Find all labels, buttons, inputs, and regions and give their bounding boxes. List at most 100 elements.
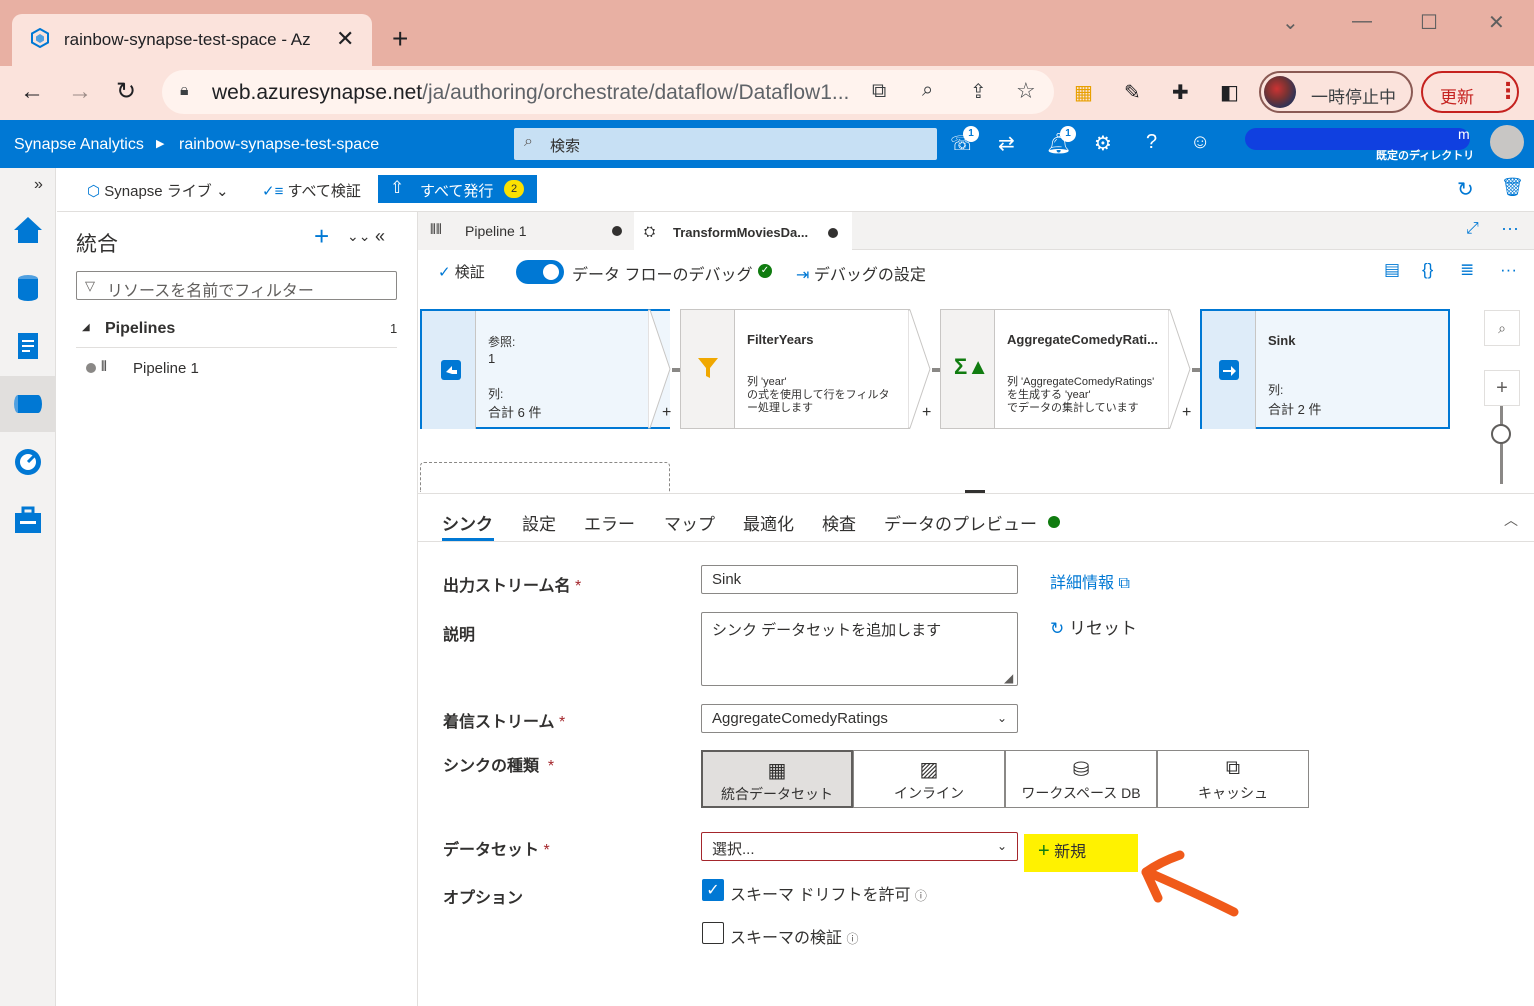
filter-node-icon-area bbox=[681, 310, 735, 428]
user-name[interactable]: m bbox=[1458, 126, 1470, 142]
new-tab-button[interactable]: + bbox=[392, 22, 408, 56]
unsaved-dot bbox=[612, 226, 622, 236]
add-transform-plus-icon[interactable]: + bbox=[922, 404, 931, 422]
more-horizontal-icon[interactable]: ··· bbox=[1501, 218, 1519, 239]
tab-sink[interactable]: シンク bbox=[442, 510, 493, 535]
search-input[interactable]: ⌕ 検索 bbox=[514, 128, 937, 160]
sink-type-inline[interactable]: ▨ インライン bbox=[853, 750, 1005, 808]
collapse-panel-chevron-icon[interactable]: ︿ bbox=[1504, 510, 1518, 530]
validate-all-button[interactable]: ✓≡ すべて検証 bbox=[262, 180, 361, 201]
settings-gear-icon[interactable]: ⚙ bbox=[1094, 131, 1112, 156]
zoom-search-icon[interactable]: ⌕ bbox=[1484, 310, 1520, 346]
zoom-slider-knob[interactable] bbox=[1491, 424, 1511, 444]
directory-switch-icon[interactable]: ⇄ bbox=[998, 131, 1015, 156]
source-node[interactable]: 参照: 1 列: 合計 6 件 bbox=[420, 309, 670, 429]
new-dataset-button[interactable]: + 新規 bbox=[1024, 834, 1138, 872]
user-directory[interactable]: 既定のディレクトリ bbox=[1376, 147, 1474, 163]
pipelines-group[interactable]: ◢ Pipelines 1 bbox=[76, 318, 397, 348]
node-title: AggregateComedyRati... bbox=[1007, 332, 1158, 347]
properties-icon[interactable]: ≣ bbox=[1460, 260, 1474, 280]
publish-all-button[interactable]: ⇧ すべて発行 2 bbox=[378, 175, 537, 203]
share-icon[interactable]: ⇪ bbox=[970, 79, 987, 104]
profile-paused-button[interactable]: 一時停止中 bbox=[1259, 71, 1413, 113]
app-name[interactable]: Synapse Analytics bbox=[14, 136, 144, 154]
incoming-stream-dropdown[interactable]: AggregateComedyRatings ⌄ bbox=[701, 704, 1018, 733]
refresh-icon[interactable]: ↻ bbox=[1457, 177, 1474, 202]
discard-icon[interactable]: 🗑︎ bbox=[1501, 177, 1524, 198]
tab-optimize[interactable]: 最適化 bbox=[743, 510, 794, 535]
resize-grip-icon[interactable]: ◢ bbox=[1004, 671, 1013, 685]
workspace-name[interactable]: rainbow-synapse-test-space bbox=[179, 136, 379, 154]
more-horizontal-icon[interactable]: ··· bbox=[1500, 260, 1517, 280]
expand-rail-icon[interactable]: » bbox=[34, 176, 43, 194]
tab-mapping[interactable]: マップ bbox=[664, 510, 715, 535]
minimize-icon[interactable]: — bbox=[1352, 10, 1372, 33]
develop-hub-icon[interactable] bbox=[12, 330, 44, 362]
description-textarea[interactable]: シンク データセットを追加します ◢ bbox=[701, 612, 1018, 686]
address-bar[interactable]: 🔒︎ web.azuresynapse.net/ja/authoring/orc… bbox=[162, 70, 1054, 114]
user-avatar[interactable] bbox=[1490, 125, 1524, 159]
validate-schema-checkbox[interactable] bbox=[702, 922, 724, 944]
extension-sumo-icon[interactable]: ▦ bbox=[1074, 80, 1093, 105]
add-transform-plus-icon[interactable]: + bbox=[1182, 404, 1191, 422]
aggregate-sigma-icon: Σ▲ bbox=[954, 354, 989, 379]
allow-schema-drift-checkbox[interactable]: ✓ bbox=[702, 879, 724, 901]
synapse-live-button[interactable]: ⬡ Synapse ライブ ⌄ bbox=[87, 180, 229, 201]
reset-button[interactable]: ↻ リセット bbox=[1050, 614, 1137, 639]
add-source-placeholder[interactable] bbox=[420, 462, 670, 492]
sink-node[interactable]: Sink 列: 合計 2 件 bbox=[1200, 309, 1450, 429]
expand-editor-icon[interactable]: ⤢ bbox=[1466, 220, 1479, 238]
home-icon[interactable] bbox=[12, 214, 44, 246]
zoom-icon[interactable]: ⌕ bbox=[922, 79, 933, 102]
add-resource-icon[interactable]: + bbox=[314, 222, 329, 250]
tab-pipeline-1[interactable]: ⫴⫴ Pipeline 1 bbox=[418, 212, 634, 250]
pipeline-list-item[interactable]: ⫴ Pipeline 1 bbox=[83, 356, 383, 380]
resource-filter-input[interactable]: ▽ リソースを名前でフィルター bbox=[76, 271, 397, 300]
tab-close-icon[interactable]: ✕ bbox=[336, 26, 354, 52]
script-icon[interactable]: ▤ bbox=[1384, 260, 1400, 280]
tab-settings[interactable]: 設定 bbox=[522, 510, 556, 535]
code-braces-icon[interactable]: {} bbox=[1422, 260, 1433, 280]
collapse-pane-icon[interactable]: « bbox=[375, 226, 385, 247]
feedback-person-icon[interactable]: ☺ bbox=[1190, 131, 1210, 154]
sink-type-integration-dataset[interactable]: ▦ 統合データセット bbox=[701, 750, 853, 808]
forward-arrow-icon[interactable]: → bbox=[68, 78, 92, 106]
expand-all-icon[interactable]: ⌄⌄ bbox=[347, 228, 370, 245]
integrate-hub-icon[interactable] bbox=[12, 388, 44, 420]
tab-data-preview[interactable]: データのプレビュー bbox=[884, 510, 1037, 535]
extension-notes-icon[interactable]: ✎ bbox=[1124, 80, 1141, 105]
manage-hub-icon[interactable] bbox=[12, 504, 44, 536]
tab-errors[interactable]: エラー bbox=[584, 510, 635, 535]
debug-settings-button[interactable]: ⇥ デバッグの設定 bbox=[796, 261, 926, 285]
browser-tab[interactable]: rainbow-synapse-test-space - Az ✕ bbox=[12, 14, 372, 66]
zoom-in-icon[interactable]: + bbox=[1484, 370, 1520, 406]
dataset-dropdown[interactable]: 選択... ⌄ bbox=[701, 832, 1018, 861]
aggregate-node[interactable]: Σ▲ AggregateComedyRati... 列 'AggregateCo… bbox=[940, 309, 1170, 429]
sidepanel-icon[interactable]: ◧ bbox=[1220, 80, 1239, 105]
stream-name-field[interactable]: Sink bbox=[701, 565, 1018, 594]
zoom-slider-track[interactable] bbox=[1500, 406, 1503, 484]
browser-update-button[interactable]: 更新 ⋮ bbox=[1421, 71, 1519, 113]
validate-button[interactable]: ✓ 検証 bbox=[438, 261, 485, 282]
sink-type-workspace-db[interactable]: ⛁ ワークスペース DB bbox=[1005, 750, 1157, 808]
tab-search-chevron-icon[interactable]: ⌄ bbox=[1282, 10, 1299, 35]
sink-type-cache[interactable]: ⧉ キャッシュ bbox=[1157, 750, 1309, 808]
translate-icon[interactable]: ⧉ bbox=[872, 80, 886, 103]
reload-icon[interactable]: ↻ bbox=[116, 78, 136, 106]
monitor-hub-icon[interactable] bbox=[12, 446, 44, 478]
tab-dataflow[interactable]: ⛭ TransformMoviesDa... bbox=[634, 212, 852, 250]
tab-inspect[interactable]: 検査 bbox=[822, 510, 856, 535]
extensions-puzzle-icon[interactable]: ✚ bbox=[1172, 80, 1189, 105]
maximize-icon[interactable]: ☐ bbox=[1420, 10, 1438, 35]
allow-schema-drift-label: スキーマ ドリフトを許可 ⓘ bbox=[730, 887, 927, 904]
debug-toggle[interactable] bbox=[516, 260, 564, 284]
add-transform-plus-icon[interactable]: + bbox=[662, 404, 671, 422]
close-window-icon[interactable]: ✕ bbox=[1488, 10, 1505, 35]
help-icon[interactable]: ? bbox=[1146, 131, 1157, 154]
filter-node[interactable]: FilterYears 列 'year' の式を使用して行をフィルタ ー処理しま… bbox=[680, 309, 910, 429]
plus-icon: + bbox=[1038, 840, 1050, 862]
data-hub-icon[interactable] bbox=[12, 272, 44, 304]
back-arrow-icon[interactable]: ← bbox=[20, 78, 44, 106]
bookmark-star-icon[interactable]: ☆ bbox=[1016, 78, 1036, 104]
learn-more-link[interactable]: 詳細情報 ⧉ bbox=[1050, 569, 1130, 593]
